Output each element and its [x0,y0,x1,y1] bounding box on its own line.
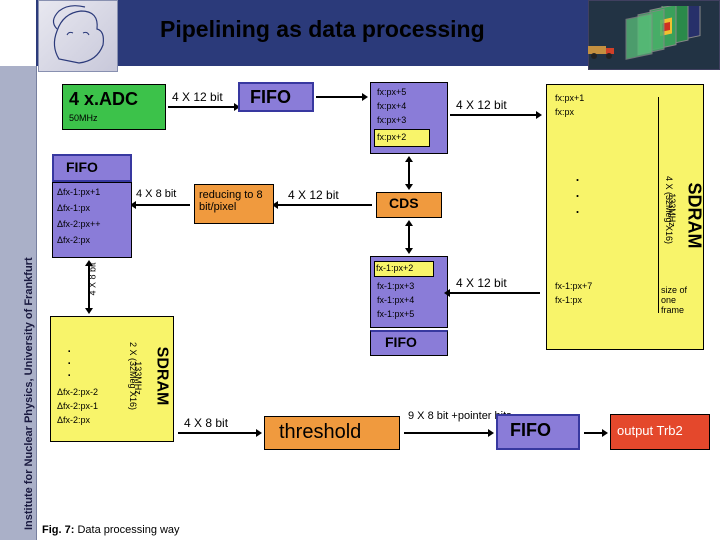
truck-icon [588,42,618,60]
fifo2-l1: Δfx-1:px [57,203,90,213]
fifo4-l3: fx-1:px+5 [377,309,414,319]
page-title: Pipelining as data processing [160,16,485,43]
arrow-label-3: 4 X 12 bit [288,188,339,202]
arrow-label-1: 4 X 12 bit [172,90,223,104]
block-fifo-bottom-label: FIFO [370,330,448,356]
figure-caption: Fig. 7: Data processing way [42,524,180,536]
arrow-adc-fifo [168,106,238,108]
block-cds: CDS [376,192,442,218]
fifo4-l1: fx-1:px+3 [377,281,414,291]
fifo2-l3: Δfx-2:px [57,235,90,245]
arrow-label-7: 4 X 8 bit [184,416,228,430]
arrow-sdram1-threshold [178,432,260,434]
sdram1-label: SDRAM [153,347,171,406]
block-fifo-bottom: fx-1:px+2 fx-1:px+3 fx-1:px+4 fx-1:px+5 [370,256,448,328]
portrait-logo [38,0,118,72]
fifo4-label: FIFO [385,334,417,350]
adc-sub: 50MHz [69,113,98,123]
block-threshold: threshold [264,416,400,450]
sdram1-l1: Δfx-2:px-1 [57,401,98,411]
fifo3-l1: fx:px+4 [377,101,406,111]
fifo2-label: FIFO [66,159,98,175]
block-fifo-left: Δfx-1:px+1 Δfx-1:px Δfx-2:px++ Δfx-2:px [52,182,132,258]
fifo4-l2: fx-1:px+4 [377,295,414,305]
fifo3-l0: fx:px+5 [377,87,406,97]
arrow-cds-fifo [408,222,410,252]
arrow-cds-reduce [278,204,372,206]
arrow-threshold-fifo5 [404,432,492,434]
sdram2-h0: fx:px+1 [555,93,584,103]
fifo2-l0: Δfx-1:px+1 [57,187,100,197]
block-fifo-top: fx:px+5 fx:px+4 fx:px+3 fx:px+2 [370,82,448,154]
fifo5-label: FIFO [510,420,551,441]
arrow-fifo-sdram [450,114,540,116]
fifo3-l2: fx:px+3 [377,115,406,125]
sdram2-label: SDRAM [684,183,705,249]
sdram2-h1: fx:px [555,107,574,117]
sdram1-freq: 133MHz [133,361,143,395]
sdram2-f0: fx-1:px+7 [555,281,592,291]
cds-label: CDS [389,195,419,211]
sidebar-text: Institute for Nuclear Physics, Universit… [23,257,35,530]
sdram1-l2: Δfx-2:px [57,415,90,425]
caption-prefix: Fig. 7: [42,524,74,536]
arrow-label-2: 4 X 12 bit [456,98,507,112]
sdram1-l0: Δfx-2:px-2 [57,387,98,397]
arrow-sdram-fifo [450,292,540,294]
arrow-fifo-cds [408,158,410,188]
caption-text: Data processing way [74,524,179,536]
sdram2-freq: 133MHz [667,193,677,227]
arrow-header-fifo3 [316,96,366,98]
block-fifo-header: FIFO [238,82,314,112]
sdram2-f1: fx-1:px [555,295,582,305]
arrow-fifo5-out [584,432,606,434]
fifo1-label: FIFO [250,87,291,108]
fifo3-l3: fx:px+2 [374,129,430,147]
block-fifo5: FIFO [496,414,580,450]
block-sdram1: . . . Δfx-2:px-2 Δfx-2:px-1 Δfx-2:px SDR… [50,316,174,442]
sdram2-note: size of one frame [661,285,697,315]
block-sdram2: fx:px+1 fx:px . . . fx-1:px+7 fx-1:px si… [546,84,704,350]
fifo4-l0: fx-1:px+2 [374,261,434,277]
arrow-label-v1: 4 X 8 bit [88,262,98,295]
threshold-label: threshold [279,421,361,444]
fifo2-l2: Δfx-2:px++ [57,219,101,229]
arrow-reduce-fifo [136,204,190,206]
block-adc: 4 x.ADC 50MHz [62,84,166,130]
sidebar-institute: Institute for Nuclear Physics, Universit… [0,66,37,540]
block-reduce: reducing to 8 bit/pixel [194,184,274,224]
arrow-label-4: 4 X 12 bit [456,276,507,290]
adc-title: 4 x.ADC [69,89,138,110]
output-label: output Trb2 [617,423,683,438]
block-fifo-left-label: FIFO [52,154,132,182]
block-output: output Trb2 [610,414,710,450]
arrow-label-5: 4 X 8 bit [136,188,176,200]
